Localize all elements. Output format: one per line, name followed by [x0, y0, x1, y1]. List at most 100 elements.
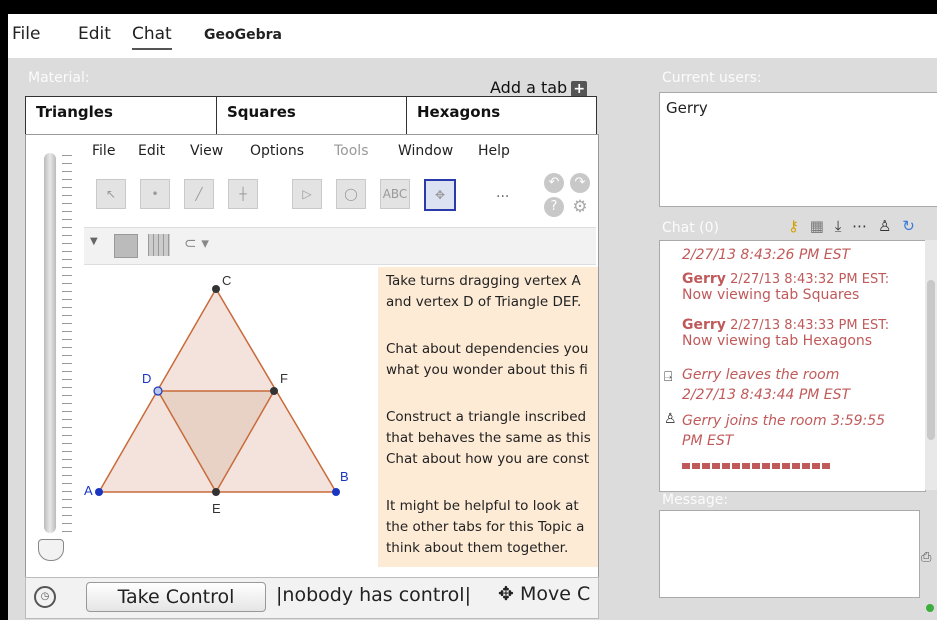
label-f: F	[280, 371, 288, 386]
current-users-title: Current users:	[662, 70, 762, 86]
toolbar-more[interactable]: ...	[496, 185, 509, 201]
axes-toggle-icon[interactable]	[114, 234, 138, 258]
menu-geogebra[interactable]: GeoGebra	[204, 27, 282, 43]
more-icon[interactable]: ⋯	[852, 217, 867, 235]
users-list: Gerry	[659, 92, 937, 207]
history-clock-icon[interactable]: ◷	[34, 586, 56, 608]
chat-user: Gerry	[682, 317, 726, 333]
label-d: D	[142, 371, 151, 386]
status-dot-icon	[926, 604, 934, 612]
chat-time: 2/27/13 8:43:32 PM EST:	[730, 272, 890, 287]
perpendicular-tool-icon[interactable]: ┼	[228, 179, 258, 209]
graphics-view[interactable]: C A B D F E	[74, 267, 379, 567]
move-tool-icon[interactable]: ↖	[96, 179, 126, 209]
slider-ticks	[62, 155, 72, 535]
chat-title: Chat (0)	[662, 220, 719, 236]
control-bar: ◷ Take Control |nobody has control| ✥ Mo…	[25, 577, 599, 619]
menubar: File Edit Chat GeoGebra	[8, 14, 937, 58]
refresh-icon[interactable]: ↻	[902, 217, 915, 235]
instruction-line: think about them together.	[386, 540, 569, 556]
send-icon[interactable]: ⎙	[921, 550, 931, 565]
chat-timestamp: 2/27/13 8:43:26 PM EST	[682, 247, 851, 263]
chat-event: Gerry joins the room 3:59:55	[682, 413, 886, 429]
message-input[interactable]	[659, 510, 920, 598]
chat-body: Now viewing tab Squares	[682, 287, 860, 303]
grid-toggle-icon[interactable]	[148, 234, 170, 256]
point-capture-icon[interactable]: ⊂ ▾	[184, 234, 209, 252]
geo-menu-window[interactable]: Window	[398, 143, 453, 159]
menu-file[interactable]: File	[12, 24, 40, 44]
instruction-line: Take turns dragging vertex A	[386, 273, 581, 289]
label-b: B	[340, 469, 349, 484]
app-window: File Edit Chat GeoGebra Material: Add a …	[8, 14, 937, 620]
person-icon[interactable]: ♙	[878, 217, 891, 235]
undo-icon[interactable]: ↶	[544, 173, 564, 193]
instructions-panel: Take turns dragging vertex A and vertex …	[378, 267, 598, 567]
chat-scrollbar[interactable]	[925, 240, 937, 490]
help-icon[interactable]: ?	[544, 197, 564, 217]
redo-icon[interactable]: ↷	[570, 173, 590, 193]
point-tool-icon[interactable]: •	[140, 179, 170, 209]
geo-menu-view[interactable]: View	[190, 143, 223, 159]
geo-menu-options[interactable]: Options	[250, 143, 304, 159]
label-c: C	[222, 273, 231, 288]
chat-time: 2/27/13 8:43:33 PM EST:	[730, 318, 890, 333]
plus-icon: +	[571, 81, 588, 97]
settings-icon[interactable]: ⚙	[570, 197, 590, 217]
move-arrows-icon: ✥	[498, 583, 520, 605]
menu-chat[interactable]: Chat	[132, 24, 172, 50]
instruction-line: and vertex D of Triangle DEF.	[386, 294, 582, 310]
instruction-line: It might be helpful to look at	[386, 498, 579, 514]
collapse-icon[interactable]: ▼	[90, 236, 98, 247]
line-tool-icon[interactable]: ╱	[184, 179, 214, 209]
add-tab-label: Add a tab	[490, 78, 568, 97]
chat-scroll-thumb[interactable]	[927, 280, 935, 440]
instruction-line: that behaves the same as this	[386, 430, 591, 446]
circle-tool-icon[interactable]: ◯	[336, 179, 366, 209]
geo-menu-help[interactable]: Help	[478, 143, 510, 159]
geo-menu-file[interactable]: File	[92, 143, 115, 159]
label-e: E	[212, 501, 221, 516]
instruction-line: Chat about how you are const	[386, 451, 590, 467]
move-view-tool-icon[interactable]: ✥	[424, 179, 456, 211]
join-icon: ♙	[664, 411, 677, 427]
geogebra-pane: File Edit View Options Tools Window Help…	[25, 134, 599, 616]
tab-bar: Triangles Squares Hexagons	[25, 96, 597, 138]
control-status: |nobody has control|	[276, 584, 471, 606]
window-icon[interactable]: ▦	[810, 217, 824, 235]
take-control-button[interactable]: Take Control	[86, 582, 266, 612]
geogebra-toolbar: ↖ • ╱ ┼ ▷ ◯ ABC ✥ ... ↶ ↷ ? ⚙	[86, 169, 596, 219]
chat-event-time: 2/27/13 8:43:44 PM EST	[682, 387, 851, 403]
chat-event-time: PM EST	[682, 433, 734, 449]
style-bar: ▼ ⊂ ▾	[84, 227, 596, 265]
label-a: A	[84, 483, 93, 498]
add-tab-button[interactable]: Add a tab +	[490, 78, 588, 97]
user-item: Gerry	[666, 99, 708, 117]
slider-thumb[interactable]	[38, 539, 64, 561]
move-tool-button[interactable]: ✥ Move C	[498, 583, 590, 605]
instruction-line: the other tabs for this Topic a	[386, 519, 585, 535]
instruction-line: Chat about dependencies you	[386, 341, 589, 357]
chat-user: Gerry	[682, 271, 726, 287]
chat-event: Gerry leaves the room	[682, 367, 840, 383]
material-title: Material:	[28, 70, 90, 86]
typing-indicator	[682, 463, 832, 469]
menu-edit[interactable]: Edit	[78, 24, 111, 44]
message-title: Message:	[662, 492, 729, 508]
tab-triangles[interactable]: Triangles	[26, 97, 216, 137]
chat-body: Now viewing tab Hexagons	[682, 333, 873, 349]
geo-menu-edit[interactable]: Edit	[138, 143, 165, 159]
polygon-tool-icon[interactable]: ▷	[292, 179, 322, 209]
history-slider[interactable]	[44, 153, 56, 533]
text-tool-icon[interactable]: ABC	[380, 179, 410, 209]
leave-icon: ⍈	[664, 369, 673, 385]
move-tool-label: Move C	[519, 583, 591, 605]
chat-log: 2/27/13 8:43:26 PM EST Gerry 2/27/13 8:4…	[659, 240, 926, 492]
chat-toolbar: ⚷ ▦ ⤓ ⋯ ♙ ↻	[788, 217, 921, 235]
instruction-line: Construct a triangle inscribed	[386, 409, 587, 425]
download-icon[interactable]: ⤓	[835, 217, 842, 235]
geo-menu-tools[interactable]: Tools	[334, 143, 369, 159]
key-icon[interactable]: ⚷	[788, 217, 799, 235]
tab-squares[interactable]: Squares	[216, 97, 406, 137]
tab-hexagons[interactable]: Hexagons	[406, 97, 596, 137]
